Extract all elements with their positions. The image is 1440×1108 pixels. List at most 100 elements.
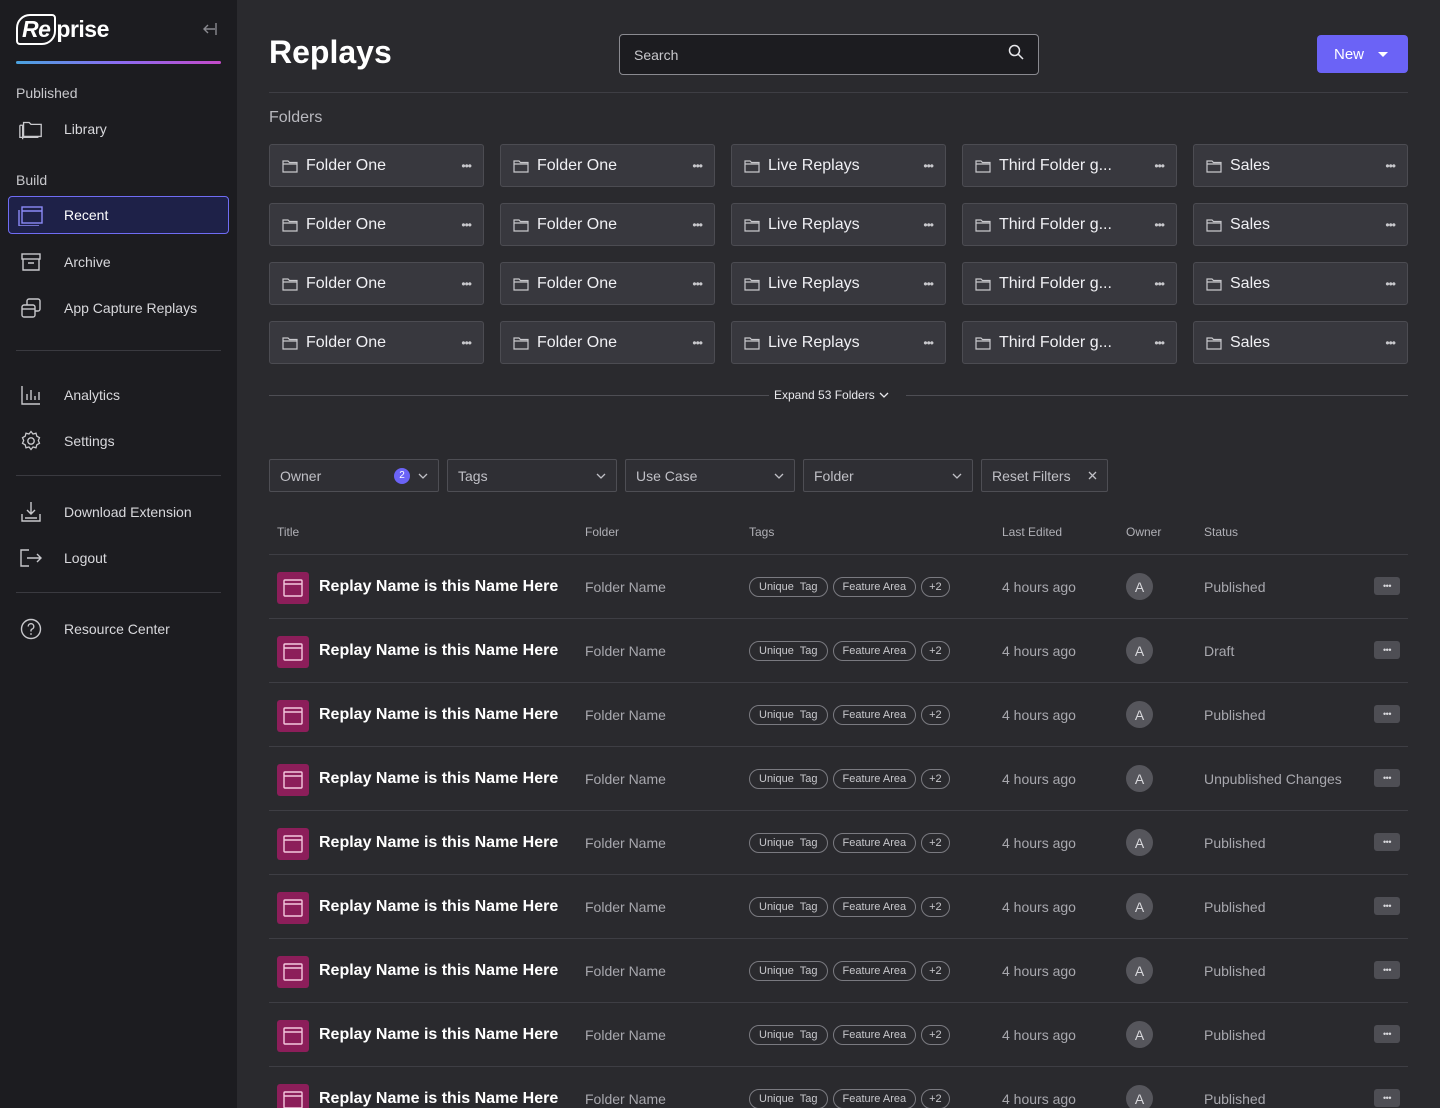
tag-chip[interactable]: Unique Tag xyxy=(749,705,828,725)
row-more-options-button[interactable]: ••• xyxy=(1374,1025,1400,1043)
tag-chip[interactable]: Feature Area xyxy=(832,961,917,981)
folder-card[interactable]: Folder One ••• xyxy=(500,262,715,305)
more-options-icon[interactable]: ••• xyxy=(692,277,703,291)
row-more-options-button[interactable]: ••• xyxy=(1374,769,1400,787)
row-more-options-button[interactable]: ••• xyxy=(1374,833,1400,851)
reprise-logo[interactable]: Re prise xyxy=(16,14,109,45)
column-header-owner[interactable]: Owner xyxy=(1126,525,1161,539)
sidebar-item-settings[interactable]: Settings xyxy=(8,422,229,460)
table-row[interactable]: Replay Name is this Name Here Folder Name… xyxy=(269,682,1408,746)
folder-card[interactable]: Third Folder g... ••• xyxy=(962,321,1177,364)
folder-card[interactable]: Folder One ••• xyxy=(500,144,715,187)
column-header-folder[interactable]: Folder xyxy=(585,525,619,539)
column-header-last-edited[interactable]: Last Edited xyxy=(1002,525,1062,539)
more-options-icon[interactable]: ••• xyxy=(1385,277,1396,291)
expand-folders-button[interactable]: Expand 53 Folders xyxy=(774,388,889,402)
replay-title[interactable]: Replay Name is this Name Here xyxy=(319,811,558,875)
avatar[interactable]: A xyxy=(1126,1021,1153,1048)
more-tags-chip[interactable]: +2 xyxy=(921,1025,950,1045)
replay-title[interactable]: Replay Name is this Name Here xyxy=(319,939,558,1003)
tag-chip[interactable]: Feature Area xyxy=(832,833,917,853)
folder-card[interactable]: Sales ••• xyxy=(1193,203,1408,246)
folder-card[interactable]: Folder One ••• xyxy=(500,203,715,246)
avatar[interactable]: A xyxy=(1126,701,1153,728)
replay-title[interactable]: Replay Name is this Name Here xyxy=(319,555,558,619)
sidebar-item-library[interactable]: Library xyxy=(8,110,229,148)
search-input[interactable] xyxy=(634,46,1008,63)
sidebar-item-app-capture-replays[interactable]: App Capture Replays xyxy=(8,289,229,327)
more-options-icon[interactable]: ••• xyxy=(923,218,934,232)
more-options-icon[interactable]: ••• xyxy=(1154,218,1165,232)
more-options-icon[interactable]: ••• xyxy=(1385,159,1396,173)
table-row[interactable]: Replay Name is this Name Here Folder Name… xyxy=(269,554,1408,618)
search-field[interactable] xyxy=(619,34,1039,75)
avatar[interactable]: A xyxy=(1126,573,1153,600)
folder-card[interactable]: Folder One ••• xyxy=(269,321,484,364)
folder-card[interactable]: Folder One ••• xyxy=(500,321,715,364)
table-row[interactable]: Replay Name is this Name Here Folder Name… xyxy=(269,938,1408,1002)
more-tags-chip[interactable]: +2 xyxy=(921,577,950,597)
sidebar-item-analytics[interactable]: Analytics xyxy=(8,376,229,414)
more-options-icon[interactable]: ••• xyxy=(1154,336,1165,350)
more-options-icon[interactable]: ••• xyxy=(1154,159,1165,173)
more-tags-chip[interactable]: +2 xyxy=(921,833,950,853)
more-options-icon[interactable]: ••• xyxy=(692,336,703,350)
use-case-filter[interactable]: Use Case xyxy=(625,459,795,492)
avatar[interactable]: A xyxy=(1126,893,1153,920)
folder-card[interactable]: Sales ••• xyxy=(1193,262,1408,305)
table-row[interactable]: Replay Name is this Name Here Folder Name… xyxy=(269,1002,1408,1066)
owner-filter[interactable]: Owner 2 xyxy=(269,459,439,492)
more-options-icon[interactable]: ••• xyxy=(1385,336,1396,350)
more-tags-chip[interactable]: +2 xyxy=(921,961,950,981)
row-more-options-button[interactable]: ••• xyxy=(1374,897,1400,915)
avatar[interactable]: A xyxy=(1126,765,1153,792)
more-tags-chip[interactable]: +2 xyxy=(921,1089,950,1108)
row-more-options-button[interactable]: ••• xyxy=(1374,961,1400,979)
search-icon[interactable] xyxy=(1008,44,1024,65)
replay-title[interactable]: Replay Name is this Name Here xyxy=(319,1003,558,1067)
table-row[interactable]: Replay Name is this Name Here Folder Name… xyxy=(269,746,1408,810)
sidebar-item-resource-center[interactable]: Resource Center xyxy=(8,610,229,648)
sidebar-item-recent[interactable]: Recent xyxy=(8,196,229,234)
table-row[interactable]: Replay Name is this Name Here Folder Name… xyxy=(269,810,1408,874)
sidebar-item-download-extension[interactable]: Download Extension xyxy=(8,493,229,531)
tag-chip[interactable]: Unique Tag xyxy=(749,577,828,597)
avatar[interactable]: A xyxy=(1126,829,1153,856)
tag-chip[interactable]: Feature Area xyxy=(832,641,917,661)
avatar[interactable]: A xyxy=(1126,957,1153,984)
more-options-icon[interactable]: ••• xyxy=(461,218,472,232)
sidebar-item-logout[interactable]: Logout xyxy=(8,539,229,577)
row-more-options-button[interactable]: ••• xyxy=(1374,1089,1400,1107)
more-tags-chip[interactable]: +2 xyxy=(921,641,950,661)
new-button[interactable]: New xyxy=(1317,35,1408,73)
table-row[interactable]: Replay Name is this Name Here Folder Name… xyxy=(269,618,1408,682)
folder-filter[interactable]: Folder xyxy=(803,459,973,492)
column-header-status[interactable]: Status xyxy=(1204,525,1238,539)
reset-filters-button[interactable]: Reset Filters xyxy=(981,459,1108,492)
more-options-icon[interactable]: ••• xyxy=(923,336,934,350)
more-options-icon[interactable]: ••• xyxy=(461,159,472,173)
tags-filter[interactable]: Tags xyxy=(447,459,617,492)
column-header-tags[interactable]: Tags xyxy=(749,525,774,539)
collapse-sidebar-icon[interactable] xyxy=(201,20,219,38)
row-more-options-button[interactable]: ••• xyxy=(1374,641,1400,659)
table-row[interactable]: Replay Name is this Name Here Folder Name… xyxy=(269,1066,1408,1108)
folder-card[interactable]: Folder One ••• xyxy=(269,203,484,246)
tag-chip[interactable]: Feature Area xyxy=(832,769,917,789)
tag-chip[interactable]: Feature Area xyxy=(832,705,917,725)
replay-title[interactable]: Replay Name is this Name Here xyxy=(319,1067,558,1108)
table-row[interactable]: Replay Name is this Name Here Folder Name… xyxy=(269,874,1408,938)
folder-card[interactable]: Live Replays ••• xyxy=(731,203,946,246)
tag-chip[interactable]: Unique Tag xyxy=(749,961,828,981)
folder-card[interactable]: Third Folder g... ••• xyxy=(962,262,1177,305)
tag-chip[interactable]: Unique Tag xyxy=(749,641,828,661)
replay-title[interactable]: Replay Name is this Name Here xyxy=(319,747,558,811)
avatar[interactable]: A xyxy=(1126,1085,1153,1108)
tag-chip[interactable]: Unique Tag xyxy=(749,833,828,853)
folder-card[interactable]: Folder One ••• xyxy=(269,262,484,305)
more-tags-chip[interactable]: +2 xyxy=(921,769,950,789)
row-more-options-button[interactable]: ••• xyxy=(1374,705,1400,723)
tag-chip[interactable]: Unique Tag xyxy=(749,897,828,917)
more-options-icon[interactable]: ••• xyxy=(1385,218,1396,232)
replay-title[interactable]: Replay Name is this Name Here xyxy=(319,875,558,939)
